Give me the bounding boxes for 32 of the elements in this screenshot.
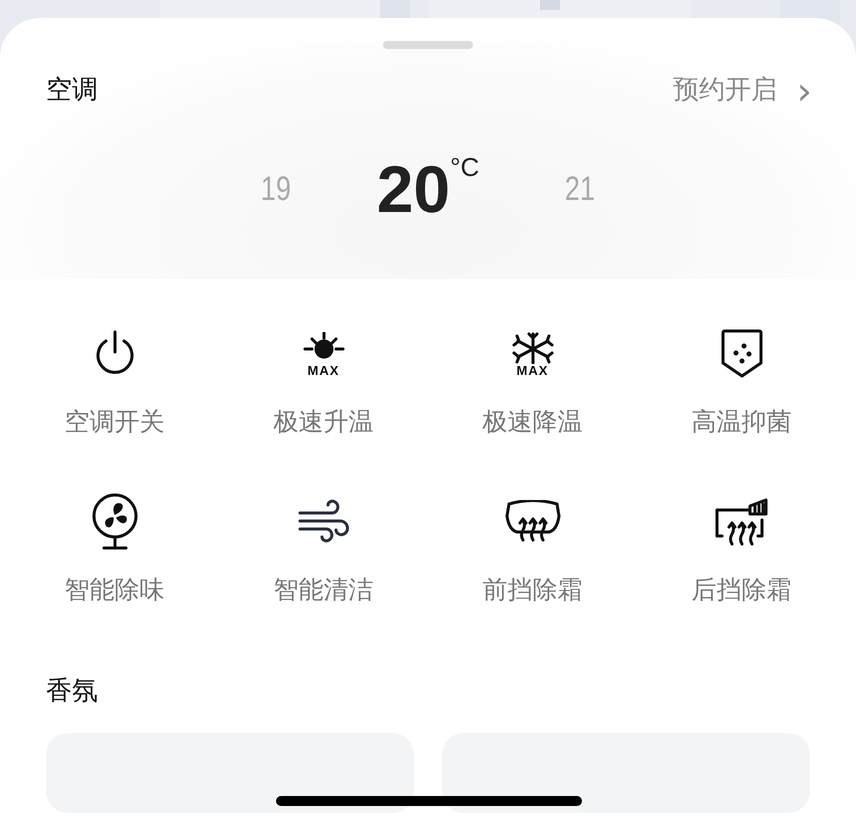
function-label: 极速降温 xyxy=(482,406,582,438)
function-button[interactable]: MAX 极速降温 xyxy=(428,323,637,440)
function-label: 后挡除霜 xyxy=(692,574,792,606)
function-label: 前挡除霜 xyxy=(482,574,582,606)
section-title: 香氛 xyxy=(46,675,98,708)
function-label: 高温抑菌 xyxy=(692,406,792,438)
function-button[interactable]: 空调开关 xyxy=(10,323,219,440)
function-label: 极速升温 xyxy=(274,406,374,438)
max-label: MAX xyxy=(516,364,548,376)
function-button[interactable]: 高温抑菌 xyxy=(637,323,846,440)
function-label: 智能清洁 xyxy=(274,574,374,606)
function-button[interactable]: 智能除味 xyxy=(10,490,219,608)
function-button[interactable]: MAX 极速升温 xyxy=(219,323,428,440)
function-label: 智能除味 xyxy=(64,574,164,606)
section-title: 空调 xyxy=(46,74,98,107)
fragrance-card[interactable] xyxy=(46,733,414,813)
function-button[interactable]: 后挡除霜 xyxy=(637,490,846,608)
fan-icon xyxy=(90,492,140,550)
current-temperature: 20 xyxy=(376,156,450,222)
function-button[interactable]: 智能清洁 xyxy=(219,490,428,608)
chevron-icon: › xyxy=(796,72,812,110)
function-button[interactable]: 前挡除霜 xyxy=(428,490,637,608)
shield-icon xyxy=(720,329,764,379)
drag-handle[interactable] xyxy=(383,41,473,49)
wind-icon xyxy=(296,498,352,544)
function-label: 空调开关 xyxy=(64,406,164,438)
schedule-link[interactable]: 预约开启 › xyxy=(672,71,812,110)
rear-window-icon xyxy=(714,496,770,548)
temperature-unit: °C xyxy=(450,151,480,184)
max-label: MAX xyxy=(308,364,340,376)
windshield-icon xyxy=(502,500,562,544)
fragrance-card[interactable] xyxy=(442,733,810,813)
